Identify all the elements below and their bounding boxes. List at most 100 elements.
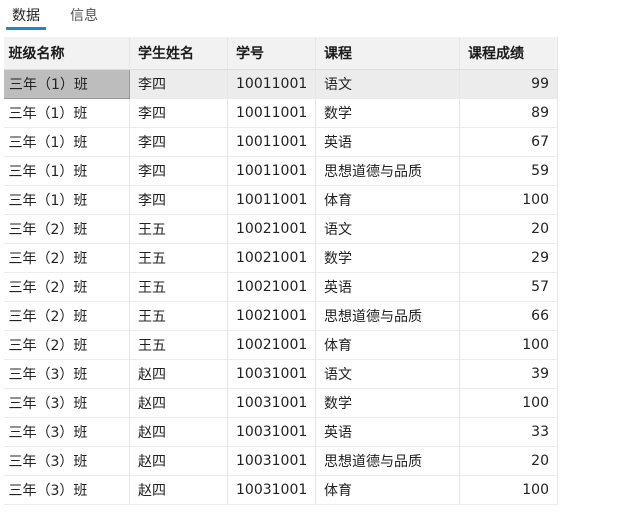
- cell-course[interactable]: 思想道德与品质: [315, 446, 460, 476]
- table-body: 三年（1）班 李四 10011001 语文 99 三年（1）班 李四 10011001 数学 89…: [0, 68, 558, 505]
- cell-course-score[interactable]: 20: [459, 214, 558, 244]
- table-row[interactable]: 三年（2）班 王五 10021001 数学 29: [0, 243, 558, 273]
- tab-info[interactable]: 信息: [70, 6, 98, 30]
- cell-course-score[interactable]: 59: [459, 156, 558, 186]
- table-row[interactable]: 三年（2）班 王五 10021001 语文 20: [0, 214, 558, 244]
- cell-course-score[interactable]: 20: [459, 446, 558, 476]
- cell-course-score[interactable]: 29: [459, 243, 558, 273]
- data-grid[interactable]: 班级名称 学生姓名 学号 课程 课程成绩 三年（1）班 李四 10011001 语文 9…: [0, 37, 618, 522]
- cell-course-score[interactable]: 67: [459, 127, 558, 157]
- column-header-course[interactable]: 课程: [315, 37, 460, 70]
- table-row[interactable]: 三年（3）班 赵四 10031001 思想道德与品质 20: [0, 446, 558, 476]
- cell-course-score[interactable]: 100: [459, 330, 558, 360]
- table-row[interactable]: 三年（3）班 赵四 10031001 数学 100: [0, 388, 558, 418]
- cell-class-name[interactable]: 三年（3）班: [0, 388, 130, 418]
- table-row[interactable]: 三年（1）班 李四 10011001 英语 67: [0, 127, 558, 157]
- cell-course-score[interactable]: 100: [459, 185, 558, 215]
- cell-student-name[interactable]: 王五: [129, 243, 228, 273]
- cell-student-id[interactable]: 10021001: [227, 330, 316, 360]
- cell-class-name[interactable]: 三年（2）班: [0, 243, 130, 273]
- column-header-student-name[interactable]: 学生姓名: [129, 37, 228, 70]
- cell-class-name[interactable]: 三年（2）班: [0, 301, 130, 331]
- cell-student-name[interactable]: 王五: [129, 301, 228, 331]
- cell-class-name[interactable]: 三年（1）班: [0, 156, 130, 186]
- cell-student-id[interactable]: 10011001: [227, 69, 316, 99]
- cell-student-id[interactable]: 10031001: [227, 446, 316, 476]
- cell-student-id[interactable]: 10011001: [227, 185, 316, 215]
- table-row[interactable]: 三年（1）班 李四 10011001 语文 99: [0, 68, 558, 99]
- cell-class-name[interactable]: 三年（2）班: [0, 214, 130, 244]
- table-row[interactable]: 三年（1）班 李四 10011001 思想道德与品质 59: [0, 156, 558, 186]
- cell-course[interactable]: 体育: [315, 185, 460, 215]
- table-row[interactable]: 三年（3）班 赵四 10031001 语文 39: [0, 359, 558, 389]
- column-header-course-score[interactable]: 课程成绩: [459, 37, 558, 70]
- cell-student-id[interactable]: 10011001: [227, 98, 316, 128]
- table-row[interactable]: 三年（1）班 李四 10011001 数学 89: [0, 98, 558, 128]
- table-row[interactable]: 三年（2）班 王五 10021001 思想道德与品质 66: [0, 301, 558, 331]
- cell-student-id[interactable]: 10021001: [227, 301, 316, 331]
- cell-student-name[interactable]: 李四: [129, 69, 228, 99]
- cell-class-name[interactable]: 三年（1）班: [0, 127, 130, 157]
- cell-course[interactable]: 语文: [315, 359, 460, 389]
- cell-course[interactable]: 体育: [315, 330, 460, 360]
- table-row[interactable]: 三年（2）班 王五 10021001 英语 57: [0, 272, 558, 302]
- cell-student-name[interactable]: 李四: [129, 185, 228, 215]
- cell-student-name[interactable]: 赵四: [129, 417, 228, 447]
- cell-course-score[interactable]: 66: [459, 301, 558, 331]
- cell-student-name[interactable]: 李四: [129, 156, 228, 186]
- cell-class-name[interactable]: 三年（1）班: [0, 68, 130, 99]
- cell-student-name[interactable]: 赵四: [129, 475, 228, 505]
- cell-student-name[interactable]: 赵四: [129, 388, 228, 418]
- cell-course[interactable]: 数学: [315, 98, 460, 128]
- cell-course[interactable]: 英语: [315, 127, 460, 157]
- cell-course[interactable]: 英语: [315, 272, 460, 302]
- cell-course-score[interactable]: 100: [459, 388, 558, 418]
- cell-student-id[interactable]: 10031001: [227, 388, 316, 418]
- column-header-student-id[interactable]: 学号: [227, 37, 316, 70]
- cell-student-id[interactable]: 10031001: [227, 417, 316, 447]
- cell-course[interactable]: 语文: [315, 69, 460, 99]
- table-row[interactable]: 三年（2）班 王五 10021001 体育 100: [0, 330, 558, 360]
- cell-class-name[interactable]: 三年（1）班: [0, 98, 130, 128]
- cell-student-id[interactable]: 10021001: [227, 243, 316, 273]
- cell-student-id[interactable]: 10021001: [227, 272, 316, 302]
- cell-course[interactable]: 语文: [315, 214, 460, 244]
- cell-class-name[interactable]: 三年（1）班: [0, 185, 130, 215]
- cell-course[interactable]: 思想道德与品质: [315, 156, 460, 186]
- cell-student-name[interactable]: 赵四: [129, 446, 228, 476]
- cell-student-name[interactable]: 李四: [129, 127, 228, 157]
- table-row[interactable]: 三年（3）班 赵四 10031001 体育 100: [0, 475, 558, 505]
- table-row[interactable]: 三年（3）班 赵四 10031001 英语 33: [0, 417, 558, 447]
- cell-course[interactable]: 英语: [315, 417, 460, 447]
- cell-course-score[interactable]: 39: [459, 359, 558, 389]
- cell-student-id[interactable]: 10031001: [227, 475, 316, 505]
- cell-course[interactable]: 思想道德与品质: [315, 301, 460, 331]
- cell-class-name[interactable]: 三年（3）班: [0, 417, 130, 447]
- cell-course-score[interactable]: 99: [459, 69, 558, 99]
- cell-class-name[interactable]: 三年（3）班: [0, 446, 130, 476]
- cell-course[interactable]: 数学: [315, 243, 460, 273]
- header-row: 班级名称 学生姓名 学号 课程 课程成绩: [0, 37, 558, 70]
- cell-student-name[interactable]: 赵四: [129, 359, 228, 389]
- cell-student-id[interactable]: 10031001: [227, 359, 316, 389]
- cell-student-id[interactable]: 10021001: [227, 214, 316, 244]
- cell-student-name[interactable]: 王五: [129, 214, 228, 244]
- cell-course-score[interactable]: 89: [459, 98, 558, 128]
- cell-course-score[interactable]: 33: [459, 417, 558, 447]
- table-row[interactable]: 三年（1）班 李四 10011001 体育 100: [0, 185, 558, 215]
- cell-class-name[interactable]: 三年（2）班: [0, 330, 130, 360]
- cell-course[interactable]: 体育: [315, 475, 460, 505]
- column-header-class-name[interactable]: 班级名称: [0, 37, 130, 70]
- cell-course[interactable]: 数学: [315, 388, 460, 418]
- cell-course-score[interactable]: 100: [459, 475, 558, 505]
- cell-class-name[interactable]: 三年（3）班: [0, 359, 130, 389]
- cell-student-id[interactable]: 10011001: [227, 127, 316, 157]
- cell-student-name[interactable]: 李四: [129, 98, 228, 128]
- cell-course-score[interactable]: 57: [459, 272, 558, 302]
- cell-class-name[interactable]: 三年（3）班: [0, 475, 130, 505]
- tab-bar: 数据 信息: [0, 0, 618, 34]
- cell-student-name[interactable]: 王五: [129, 272, 228, 302]
- cell-student-name[interactable]: 王五: [129, 330, 228, 360]
- cell-student-id[interactable]: 10011001: [227, 156, 316, 186]
- cell-class-name[interactable]: 三年（2）班: [0, 272, 130, 302]
